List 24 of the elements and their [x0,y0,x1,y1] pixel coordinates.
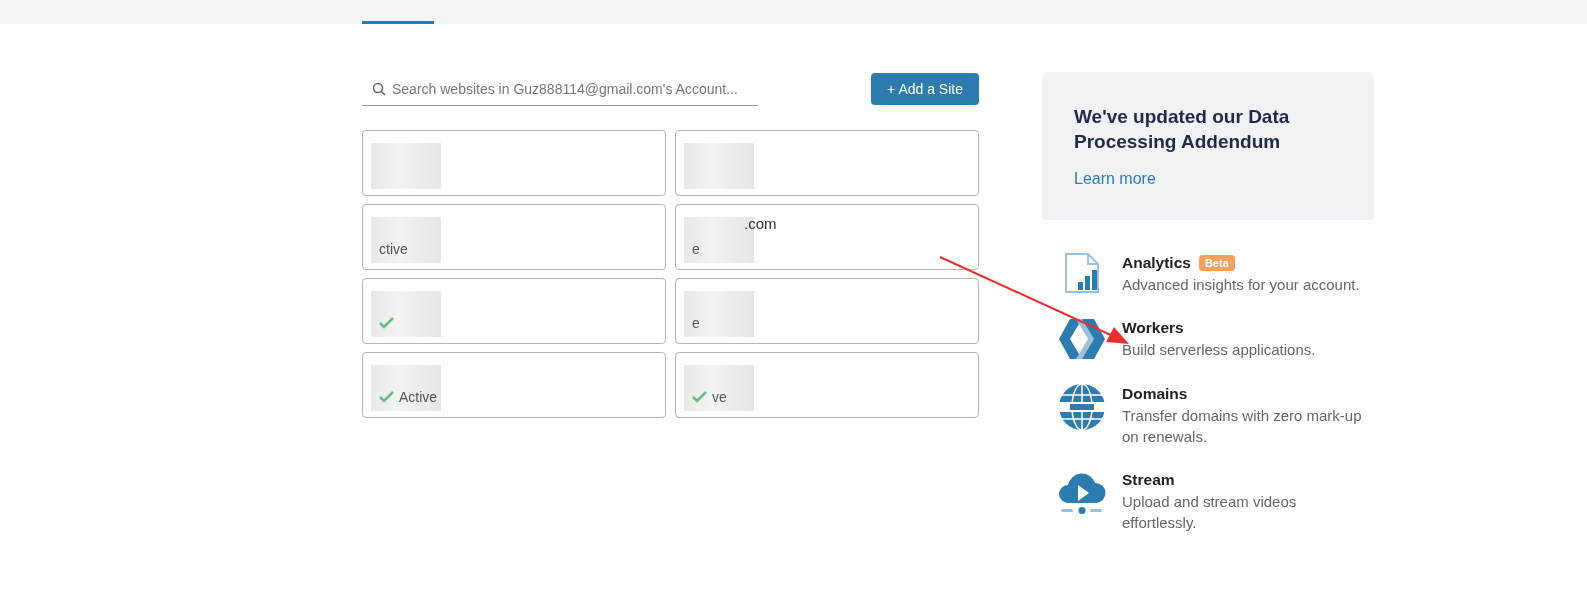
service-title[interactable]: Domains [1122,385,1188,403]
service-description: Build serverless applications. [1122,340,1317,360]
site-card[interactable]: ve [675,352,979,418]
add-site-button[interactable]: + Add a Site [871,73,979,105]
site-status: e [692,315,700,331]
site-card[interactable]: e [675,278,979,344]
search-field[interactable]: Search websites in Guz888114@gmail.com's Account... [362,72,758,106]
service-title[interactable]: Analytics [1122,254,1191,272]
site-card[interactable]: Active [362,352,666,418]
site-status: ve [712,389,727,405]
site-name: .com [743,215,778,234]
notice-title: We've updated our Data Processing Addendum [1074,105,1291,154]
site-card[interactable]: .com e [675,204,979,270]
beta-badge: Beta [1198,255,1235,271]
site-card[interactable]: ctive [362,204,666,270]
service-title[interactable]: Stream [1122,471,1175,489]
site-status: ctive [379,241,408,257]
site-status: e [692,241,700,257]
service-description: Transfer domains with zero mark-up on renewals. [1122,406,1363,447]
service-title[interactable]: Workers [1122,319,1184,337]
learn-more-link[interactable]: Learn more [1074,170,1156,188]
service-description: Advanced insights for your account. [1122,275,1361,295]
site-status: Active [399,389,438,405]
service-description: Upload and stream videos effortlessly. [1122,492,1298,533]
